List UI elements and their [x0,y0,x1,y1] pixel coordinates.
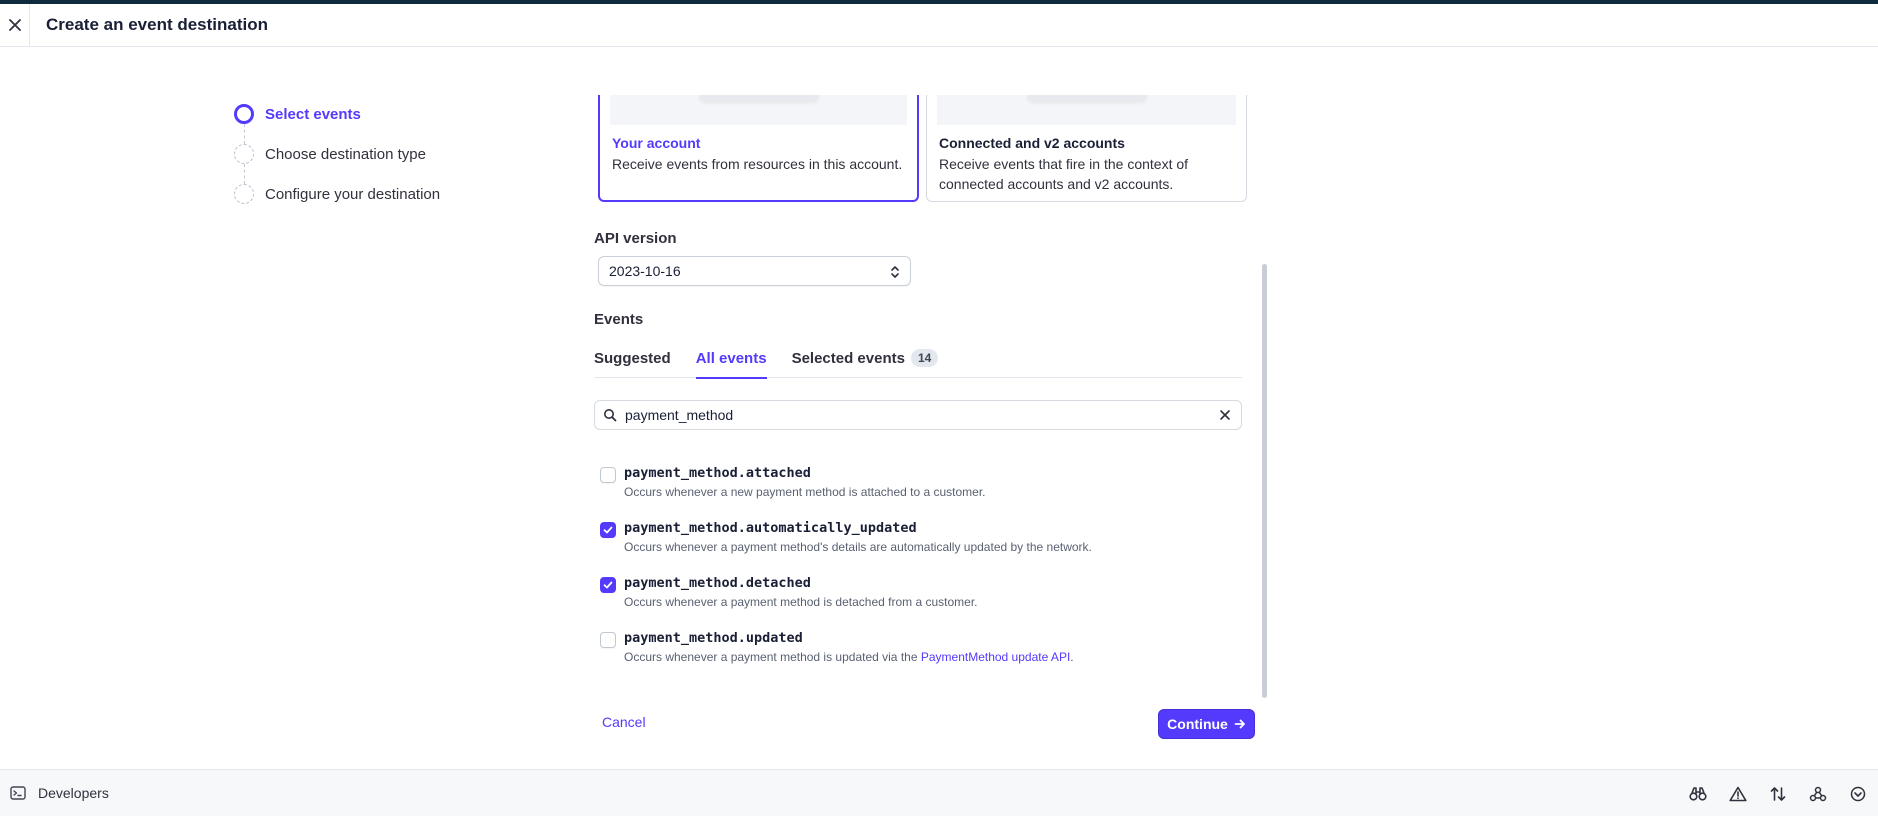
webhook-icon [1809,786,1827,801]
list-item: payment_method.automatically_updated Occ… [600,520,1240,575]
chevron-up-down-icon [891,266,899,278]
continue-button[interactable]: Continue [1158,709,1255,739]
continue-label: Continue [1167,716,1228,732]
event-description: Occurs whenever a payment method's detai… [624,540,1092,554]
collapse-panel-button[interactable] [1838,770,1878,817]
clear-search-button[interactable] [1217,407,1233,423]
event-checkbox[interactable] [600,632,616,648]
description-suffix: . [1070,650,1074,664]
card-title: Connected and v2 accounts [939,135,1125,151]
event-description: Occurs whenever a payment method is deta… [624,595,978,609]
event-name: payment_method.attached [624,465,811,481]
api-version-value: 2023-10-16 [609,263,681,279]
card-title: Your account [612,135,701,151]
api-version-label: API version [594,230,677,247]
account-card-your-account[interactable]: Your account Receive events from resourc… [598,95,919,202]
card-description: Receive events from resources in this ac… [612,156,903,172]
event-checkbox[interactable] [600,522,616,538]
requests-button[interactable] [1758,770,1798,817]
events-tabs: Suggested All events Selected events 14 [594,338,1242,379]
search-icon [604,409,617,422]
step-select-events[interactable]: Select events [234,94,440,144]
header: Create an event destination [0,3,1878,47]
step-label: Select events [265,105,361,123]
checkmark-icon [603,581,613,589]
step-pending-indicator-icon [234,184,254,204]
cancel-button[interactable]: Cancel [602,714,646,730]
event-search [594,400,1242,430]
steps-nav: Select events Choose destination type Co… [234,94,440,214]
step-pending-indicator-icon [234,144,254,164]
footer-toolbar [1678,770,1878,817]
event-name: payment_method.automatically_updated [624,520,917,536]
events-label: Events [594,311,644,328]
tab-selected-events[interactable]: Selected events 14 [792,338,939,378]
payment-method-update-api-link[interactable]: PaymentMethod update API [921,650,1070,664]
warnings-button[interactable] [1718,770,1758,817]
scrollbar[interactable] [1262,264,1267,698]
event-name: payment_method.updated [624,630,803,646]
developers-label: Developers [38,785,109,801]
chevron-down-circle-icon [1850,786,1866,801]
close-icon [1220,410,1230,420]
step-choose-destination-type[interactable]: Choose destination type [234,134,440,184]
arrows-up-down-icon [1770,786,1786,801]
webhooks-button[interactable] [1798,770,1838,817]
events-list: payment_method.attached Occurs whenever … [600,465,1240,685]
event-checkbox[interactable] [600,577,616,593]
step-active-indicator-icon [234,104,254,124]
list-item: payment_method.updated Occurs whenever a… [600,630,1240,685]
page-title: Create an event destination [46,15,269,34]
tab-suggested[interactable]: Suggested [594,338,671,378]
tab-label: Selected events [791,349,905,367]
binoculars-icon [1689,786,1707,801]
close-icon [8,19,21,31]
terminal-icon [10,786,26,800]
search-input[interactable] [625,407,1217,423]
card-description: Receive events that fire in the context … [939,156,1189,192]
tab-all-events[interactable]: All events [695,338,767,379]
checkmark-icon [603,526,613,534]
event-name: payment_method.detached [624,575,811,591]
step-configure-destination[interactable]: Configure your destination [234,174,440,214]
event-checkbox[interactable] [600,467,616,483]
step-label: Configure your destination [265,185,441,203]
warning-icon [1729,786,1747,801]
developers-toggle[interactable]: Developers [10,785,109,801]
event-description: Occurs whenever a new payment method is … [624,485,986,499]
card-illustration [610,95,907,125]
card-illustration [937,95,1236,125]
close-button[interactable] [0,3,30,47]
list-item: payment_method.attached Occurs whenever … [600,465,1240,520]
list-item: payment_method.detached Occurs whenever … [600,575,1240,630]
developers-footer: Developers [0,769,1878,816]
api-version-select[interactable]: 2023-10-16 [598,256,911,286]
event-description: Occurs whenever a payment method is upda… [624,650,1074,664]
step-label: Choose destination type [265,145,426,163]
selected-count-badge: 14 [910,349,939,367]
arrow-right-icon [1234,719,1245,729]
description-text: Occurs whenever a payment method is upda… [624,650,921,664]
account-card-connected[interactable]: Connected and v2 accounts Receive events… [926,95,1247,202]
inspect-button[interactable] [1678,770,1718,817]
